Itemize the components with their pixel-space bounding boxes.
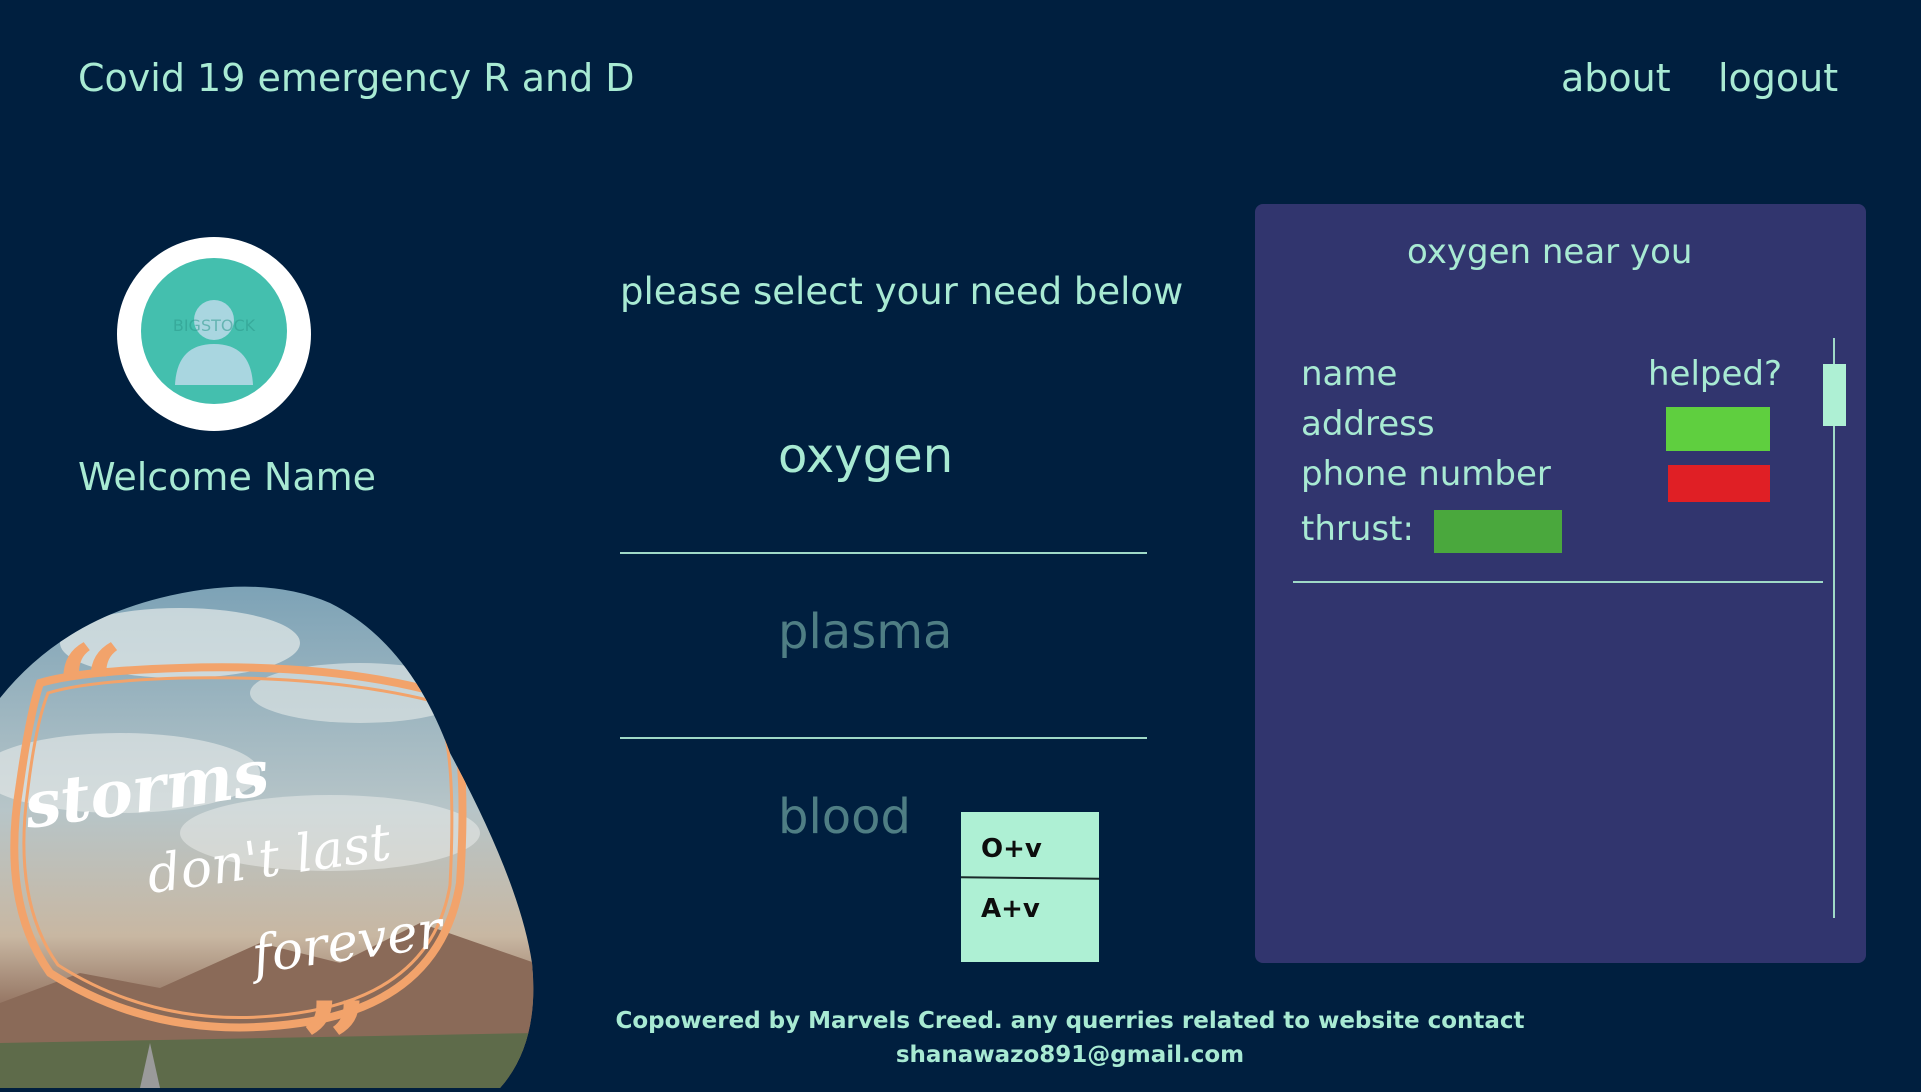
helped-yes-button[interactable] [1666,407,1770,451]
footer-email: shanawazo891@gmail.com [895,1042,1245,1068]
helped-label: helped? [1648,354,1783,394]
result-address-label: address [1301,404,1435,444]
helped-no-button[interactable] [1668,465,1770,502]
thrust-bar [1434,510,1562,553]
quote-image: “ ” storms don't last forever [0,583,535,1088]
avatar: BIGSTOCK [117,237,311,431]
divider [1293,581,1823,583]
need-prompt: please select your need below [620,270,1184,313]
nav-about-link[interactable]: about [1561,56,1671,100]
oxygen-results-panel: oxygen near you name address phone numbe… [1255,204,1866,963]
need-option-oxygen[interactable]: oxygen [778,428,953,484]
nav-logout-link[interactable]: logout [1718,56,1838,100]
blood-group-dropdown[interactable]: O+v A+v [960,812,1100,962]
scrollbar-thumb[interactable] [1823,364,1846,426]
footer-text: Copowered by Marvels Creed. any querries… [615,1008,1525,1034]
footer: Copowered by Marvels Creed. any querries… [560,1004,1580,1072]
result-phone-label: phone number [1301,454,1551,494]
divider [960,876,1100,880]
site-title: Covid 19 emergency R and D [78,56,635,100]
panel-title: oxygen near you [1407,232,1693,272]
open-quote-icon: “ [55,619,124,760]
divider [620,552,1147,554]
result-thrust-label: thrust: [1301,509,1414,549]
blood-group-option[interactable]: O+v [981,834,1042,864]
close-quote-icon: ” [300,976,369,1088]
divider [620,737,1147,739]
need-option-blood[interactable]: blood [778,789,911,845]
blood-group-option[interactable]: A+v [981,894,1040,924]
avatar-watermark: BIGSTOCK [173,316,256,335]
user-icon: BIGSTOCK [141,258,287,404]
result-name-label: name [1301,354,1398,394]
need-option-plasma[interactable]: plasma [778,604,952,660]
welcome-text: Welcome Name [78,455,377,499]
